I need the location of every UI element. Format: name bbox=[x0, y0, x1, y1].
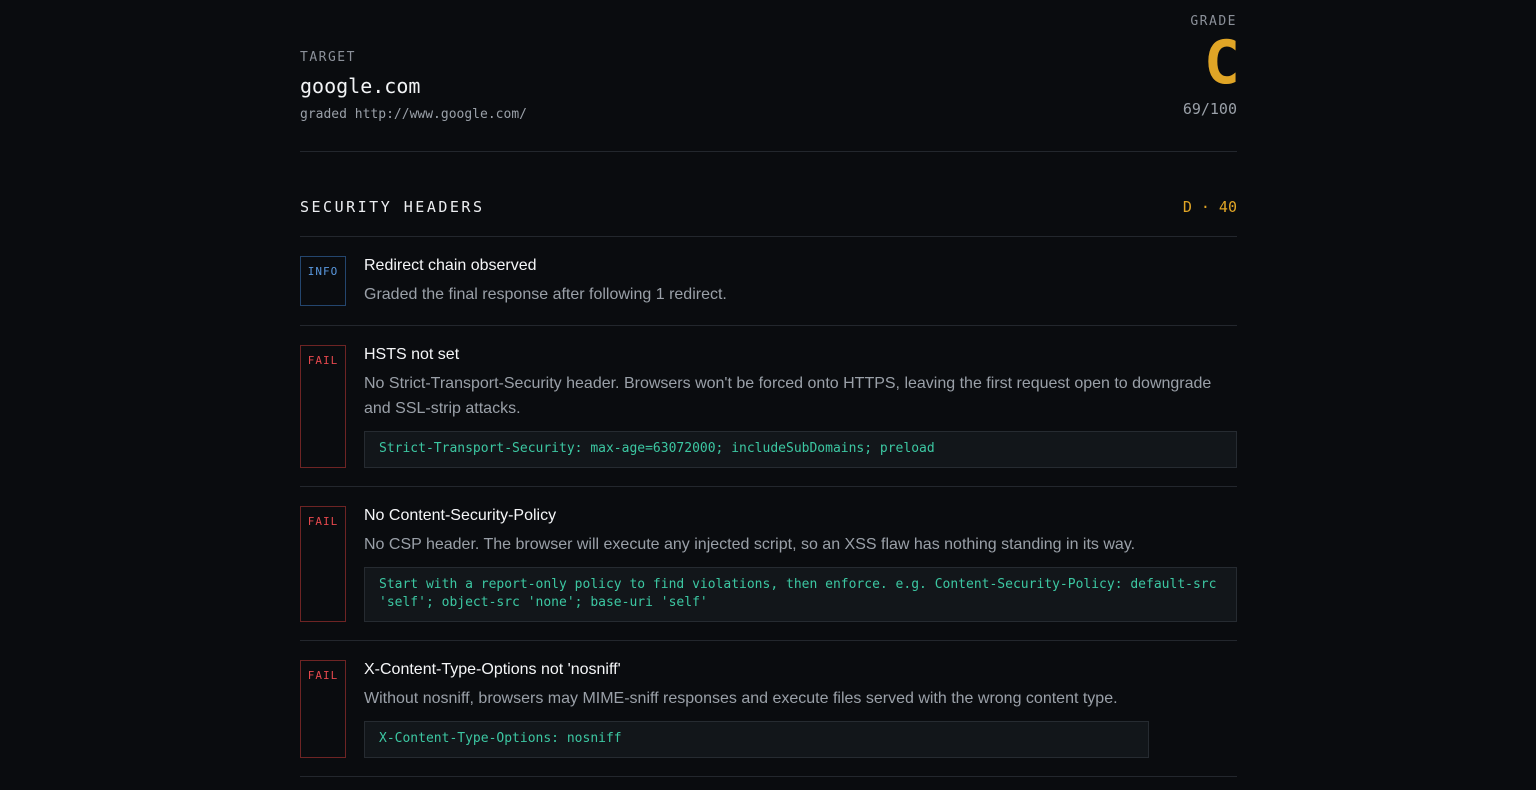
fix-snippet[interactable]: Start with a report-only policy to find … bbox=[364, 567, 1237, 622]
finding-title: X-Content-Type-Options not 'nosniff' bbox=[364, 661, 621, 678]
finding-title: Redirect chain observed bbox=[364, 257, 537, 274]
target-label: TARGET bbox=[300, 50, 356, 65]
fix-snippet[interactable]: X-Content-Type-Options: nosniff bbox=[364, 721, 1149, 758]
finding-item: INFO Redirect chain observed Graded the … bbox=[300, 237, 1237, 326]
finding-description: Graded the final response after followin… bbox=[364, 286, 727, 303]
status-badge: INFO bbox=[300, 256, 346, 306]
report-container: TARGET google.com graded http://www.goog… bbox=[300, 0, 1240, 777]
grade-score: 69/100 bbox=[1182, 100, 1237, 118]
status-badge: FAIL bbox=[300, 506, 346, 622]
status-badge: FAIL bbox=[300, 345, 346, 468]
status-badge: FAIL bbox=[300, 660, 346, 758]
graded-url: graded http://www.google.com/ bbox=[300, 107, 527, 122]
fix-snippet[interactable]: Strict-Transport-Security: max-age=63072… bbox=[364, 431, 1237, 468]
finding-title: HSTS not set bbox=[364, 346, 460, 363]
finding-description: Without nosniff, browsers may MIME-sniff… bbox=[364, 690, 1118, 707]
finding-description: No Strict-Transport-Security header. Bro… bbox=[364, 375, 1212, 417]
section-header: SECURITY HEADERS D · 40 bbox=[300, 152, 1237, 237]
finding-description: No CSP header. The browser will execute … bbox=[364, 536, 1136, 553]
grade-letter: C bbox=[1203, 28, 1240, 98]
finding-item: FAIL No Content-Security-Policy No CSP h… bbox=[300, 487, 1237, 641]
section-title: SECURITY HEADERS bbox=[300, 198, 485, 216]
section-grade: D · 40 bbox=[1182, 198, 1237, 216]
finding-item: FAIL HSTS not set No Strict-Transport-Se… bbox=[300, 326, 1237, 487]
finding-item: FAIL X-Content-Type-Options not 'nosniff… bbox=[300, 641, 1237, 777]
finding-title: No Content-Security-Policy bbox=[364, 507, 557, 524]
target-host: google.com bbox=[300, 74, 421, 98]
overall-grade: GRADE C 69/100 bbox=[1182, 14, 1240, 118]
report-header: TARGET google.com graded http://www.goog… bbox=[300, 0, 1240, 152]
